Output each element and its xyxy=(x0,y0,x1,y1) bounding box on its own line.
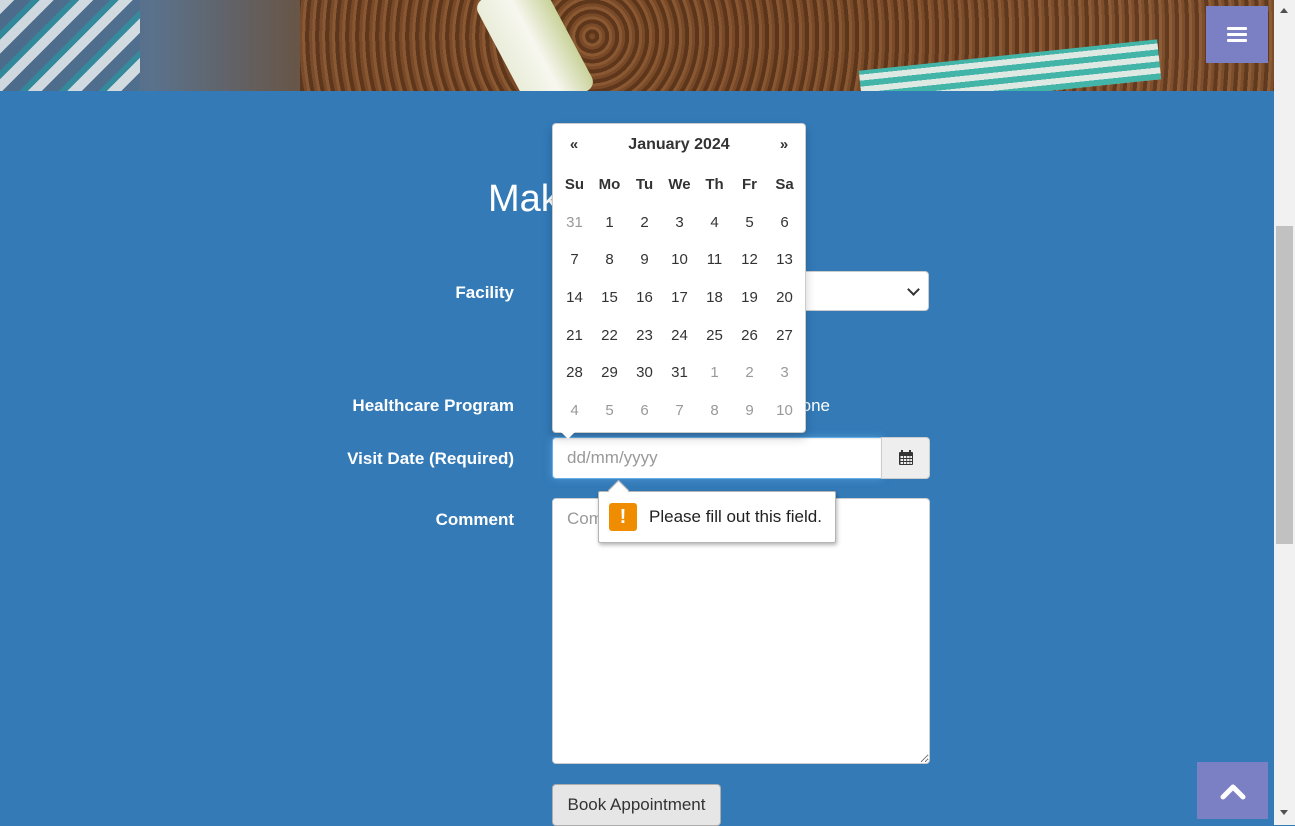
weekday-header: Th xyxy=(705,176,724,194)
program-option-none[interactable]: None xyxy=(805,396,830,416)
datepicker-day[interactable]: 12 xyxy=(732,251,767,268)
healthcare-program-label: Healthcare Program xyxy=(352,396,514,415)
scroll-to-top-button[interactable] xyxy=(1197,762,1268,819)
weekday-header: Tu xyxy=(635,176,654,194)
datepicker-day[interactable]: 17 xyxy=(662,289,697,306)
datepicker-day[interactable]: 20 xyxy=(767,289,802,306)
weekday-header: We xyxy=(668,176,691,194)
datepicker-day[interactable]: 10 xyxy=(662,251,697,268)
header-banner-image xyxy=(0,0,1274,91)
weekday-header: Fr xyxy=(742,176,757,194)
datepicker-day[interactable]: 2 xyxy=(627,214,662,231)
datepicker-day[interactable]: 27 xyxy=(767,327,802,344)
weekday-header: Sa xyxy=(775,176,794,194)
datepicker-popup: « January 2024 » Su Mo Tu We Th Fr Sa 31 1 2 3 4 5 6 7… xyxy=(552,123,806,439)
datepicker-day[interactable]: 4 xyxy=(557,402,592,419)
datepicker-weekday-row: Su Mo Tu We Th Fr Sa xyxy=(557,166,802,204)
chevron-up-icon xyxy=(1220,784,1245,799)
chevron-down-icon xyxy=(907,283,920,296)
datepicker-day[interactable]: 3 xyxy=(662,214,697,231)
datepicker-day[interactable]: 30 xyxy=(627,364,662,381)
book-appointment-button[interactable]: Book Appointment xyxy=(552,784,721,826)
datepicker-day[interactable]: 14 xyxy=(557,289,592,306)
comment-label: Comment xyxy=(435,510,514,529)
datepicker-day[interactable]: 28 xyxy=(557,364,592,381)
datepicker-day[interactable]: 4 xyxy=(697,214,732,231)
weekday-header: Su xyxy=(564,176,585,194)
calendar-button[interactable] xyxy=(881,437,930,479)
datepicker-day[interactable]: 1 xyxy=(697,364,732,381)
datepicker-day[interactable]: 18 xyxy=(697,289,732,306)
datepicker-day[interactable]: 15 xyxy=(592,289,627,306)
visit-date-input[interactable] xyxy=(552,437,882,479)
datepicker-day[interactable]: 7 xyxy=(662,402,697,419)
datepicker-day[interactable]: 1 xyxy=(592,214,627,231)
datepicker-day[interactable]: 8 xyxy=(697,402,732,419)
datepicker-day[interactable]: 31 xyxy=(557,214,592,231)
datepicker-next-button[interactable]: » xyxy=(769,136,799,153)
datepicker-week-row: 14 15 16 17 18 19 20 xyxy=(557,279,802,317)
menu-toggle-button[interactable] xyxy=(1206,6,1268,63)
datepicker-day[interactable]: 5 xyxy=(732,214,767,231)
visit-date-label: Visit Date (Required) xyxy=(347,449,514,468)
datepicker-day[interactable]: 7 xyxy=(557,251,592,268)
datepicker-week-row: 31 1 2 3 4 5 6 xyxy=(557,204,802,242)
scroll-down-arrow-icon[interactable] xyxy=(1280,810,1288,815)
page-title: Make Appointment xyxy=(488,178,558,220)
datepicker-day[interactable]: 22 xyxy=(592,327,627,344)
bars-icon xyxy=(1227,26,1247,43)
datepicker-day[interactable]: 10 xyxy=(767,402,802,419)
datepicker-day[interactable]: 23 xyxy=(627,327,662,344)
datepicker-day[interactable]: 21 xyxy=(557,327,592,344)
scroll-up-arrow-icon[interactable] xyxy=(1280,8,1288,13)
datepicker-day[interactable]: 5 xyxy=(592,402,627,419)
datepicker-month-title[interactable]: January 2024 xyxy=(553,136,805,154)
datepicker-week-row: 7 8 9 10 11 12 13 xyxy=(557,241,802,279)
datepicker-day[interactable]: 16 xyxy=(627,289,662,306)
warning-icon: ! xyxy=(609,503,637,531)
datepicker-day[interactable]: 6 xyxy=(767,214,802,231)
weekday-header: Mo xyxy=(598,176,621,194)
datepicker-day[interactable]: 13 xyxy=(767,251,802,268)
facility-label: Facility xyxy=(455,283,514,302)
validation-tooltip: ! Please fill out this field. xyxy=(598,491,836,543)
validation-message: Please fill out this field. xyxy=(649,507,822,526)
datepicker-day[interactable]: 25 xyxy=(697,327,732,344)
datepicker-day[interactable]: 26 xyxy=(732,327,767,344)
datepicker-grid: Su Mo Tu We Th Fr Sa 31 1 2 3 4 5 6 7 8 9 10 11 12 13 14 15 16 1… xyxy=(557,166,802,429)
datepicker-day[interactable]: 9 xyxy=(627,251,662,268)
datepicker-week-row: 21 22 23 24 25 26 27 xyxy=(557,316,802,354)
datepicker-day[interactable]: 24 xyxy=(662,327,697,344)
datepicker-day[interactable]: 8 xyxy=(592,251,627,268)
datepicker-day[interactable]: 31 xyxy=(662,364,697,381)
scrollbar-thumb[interactable] xyxy=(1276,226,1293,544)
datepicker-day[interactable]: 2 xyxy=(732,364,767,381)
datepicker-day[interactable]: 6 xyxy=(627,402,662,419)
datepicker-week-row: 4 5 6 7 8 9 10 xyxy=(557,392,802,430)
datepicker-day[interactable]: 29 xyxy=(592,364,627,381)
vertical-scrollbar[interactable] xyxy=(1274,0,1295,825)
calendar-icon xyxy=(898,450,913,465)
datepicker-week-row: 28 29 30 31 1 2 3 xyxy=(557,354,802,392)
datepicker-day[interactable]: 11 xyxy=(697,251,732,268)
datepicker-day[interactable]: 9 xyxy=(732,402,767,419)
datepicker-day[interactable]: 19 xyxy=(732,289,767,306)
datepicker-day[interactable]: 3 xyxy=(767,364,802,381)
